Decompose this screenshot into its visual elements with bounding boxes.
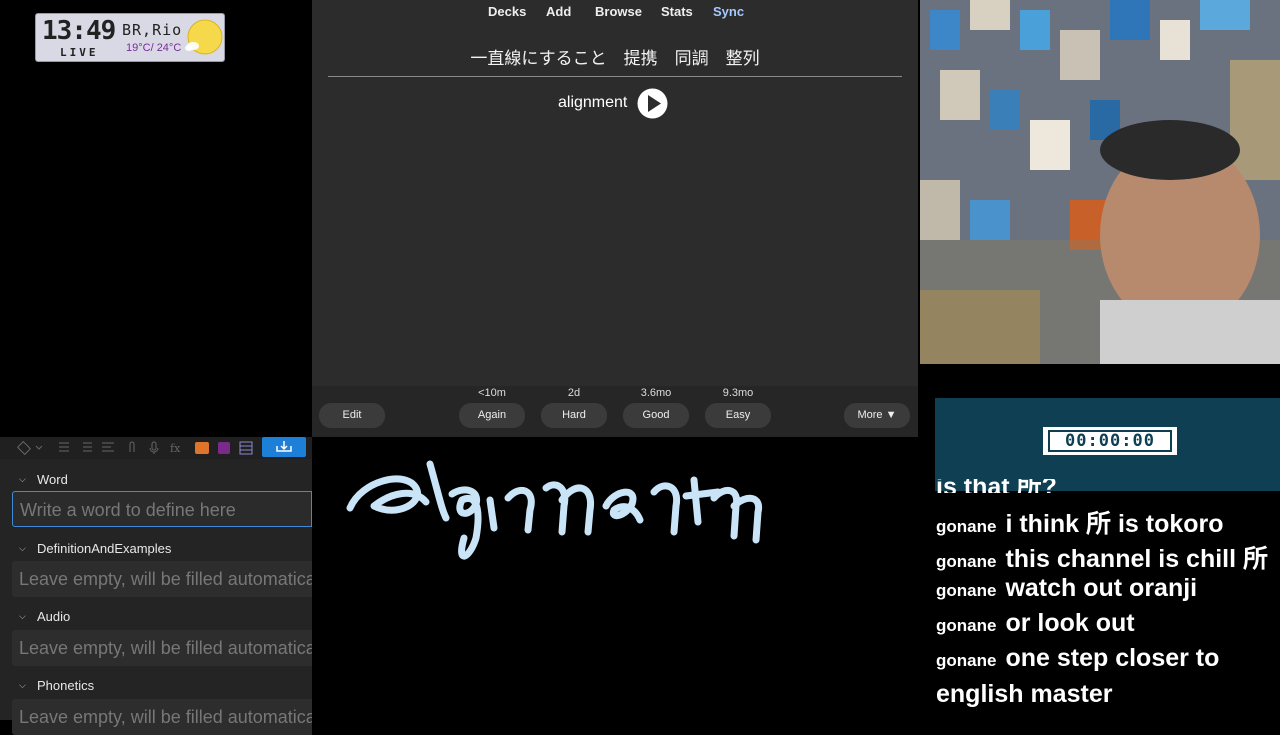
chat-text: one step closer to (1005, 644, 1220, 672)
good-button[interactable]: Good (623, 403, 689, 428)
function-icon[interactable]: fx (168, 440, 184, 456)
stopwatch-time: 00:00:00 (1048, 430, 1172, 452)
field-label-phonetics[interactable]: ⌵ Phonetics (19, 678, 94, 693)
handwritten-word-alignment (346, 460, 763, 560)
city-label: BR,Rio (122, 21, 183, 39)
microphone-icon[interactable] (146, 440, 162, 456)
temperature-range: 19°C/ 24°C (126, 42, 182, 54)
good-interval: 3.6mo (640, 387, 672, 399)
chat-text: watch out oranji (1005, 574, 1198, 602)
field-label-audio[interactable]: ⌵ Audio (19, 609, 70, 624)
attach-icon[interactable] (124, 440, 140, 456)
chat-text: or look out (1005, 609, 1135, 637)
chat-username: gonane (936, 616, 997, 635)
phonetics-field[interactable]: Leave empty, will be filled automaticall… (12, 699, 312, 735)
chevron-down-icon: ⌵ (19, 543, 26, 553)
numbered-list-icon[interactable] (78, 440, 94, 456)
chevron-down-icon: ⌵ (19, 474, 26, 484)
card-answer: alignment (558, 94, 628, 111)
field-label-word[interactable]: ⌵ Word (19, 472, 68, 487)
answer-bar: <10m 2d 3.6mo 9.3mo Edit Again Hard Good… (312, 386, 918, 437)
chat-text: i think 所 is tokoro (1005, 510, 1224, 538)
chat-message: gonane or look out (936, 609, 1135, 638)
bullet-list-icon[interactable] (56, 440, 72, 456)
word-field[interactable]: Write a word to define here (12, 491, 312, 527)
add-card-button[interactable] (262, 437, 306, 457)
note-editor: fx ⌵ Word Write a word to define here ⌵ De… (0, 437, 312, 735)
tray-icon (276, 441, 292, 452)
chat-message-continuation: english master (936, 680, 1113, 708)
hard-button[interactable]: Hard (541, 403, 607, 428)
chat-username: gonane (936, 581, 997, 600)
editor-toolbar: fx (0, 437, 312, 459)
chevron-down-icon: ⌵ (19, 680, 26, 690)
more-button[interactable]: More ▼ (844, 403, 910, 428)
chat-text: this channel is chill 所 (1005, 545, 1269, 573)
nav-decks[interactable]: Decks (488, 4, 526, 19)
weather-widget: 13:49 LIVE BR,Rio 19°C/ 24°C (35, 13, 225, 62)
again-button[interactable]: Again (459, 403, 525, 428)
chevron-down-icon: ⌵ (19, 611, 26, 621)
nav-browse[interactable]: Browse (595, 4, 642, 19)
stopwatch: 00:00:00 (1043, 427, 1177, 455)
nav-sync[interactable]: Sync (713, 4, 744, 19)
sun-cloud-icon (185, 19, 223, 55)
webcam-feed (920, 0, 1280, 364)
anki-reviewer: Decks Add Browse Stats Sync 一直線にすること 提携 … (312, 0, 918, 437)
svg-text:fx: fx (170, 442, 181, 455)
webcam-image (920, 0, 1280, 364)
definition-field[interactable]: Leave empty, will be filled automaticall… (12, 561, 312, 597)
question-divider (328, 76, 902, 77)
chat-username: gonane (936, 651, 997, 670)
play-audio-icon[interactable] (637, 88, 668, 119)
chat-message: gonane this channel is chill 所 (936, 539, 1268, 575)
addon-purple-icon[interactable] (216, 440, 232, 456)
hard-interval: 2d (567, 387, 581, 399)
live-label: LIVE (60, 46, 99, 59)
card-question: 一直線にすること 提携 同調 整列 (470, 49, 760, 69)
eraser-icon[interactable] (16, 440, 44, 456)
align-icon[interactable] (100, 440, 116, 456)
audio-field[interactable]: Leave empty, will be filled automaticall… (12, 630, 312, 666)
addon-table-icon[interactable] (238, 440, 254, 456)
nav-add[interactable]: Add (546, 4, 571, 19)
edit-button[interactable]: Edit (319, 403, 385, 428)
addon-orange-icon[interactable] (194, 440, 210, 456)
easy-button[interactable]: Easy (705, 403, 771, 428)
clock-time: 13:49 (42, 16, 116, 46)
chat-message: gonane i think 所 is tokoro (936, 504, 1224, 540)
chat-message: gonane one step closer to (936, 644, 1219, 673)
again-interval: <10m (478, 387, 506, 399)
handwriting-canvas[interactable] (314, 440, 918, 720)
chat-message: gonane watch out oranji (936, 574, 1197, 603)
chat-username: gonane (936, 517, 997, 536)
nav-stats[interactable]: Stats (661, 4, 693, 19)
field-label-definition[interactable]: ⌵ DefinitionAndExamples (19, 541, 171, 556)
chat-username: gonane (936, 552, 997, 571)
easy-interval: 9.3mo (722, 387, 754, 399)
